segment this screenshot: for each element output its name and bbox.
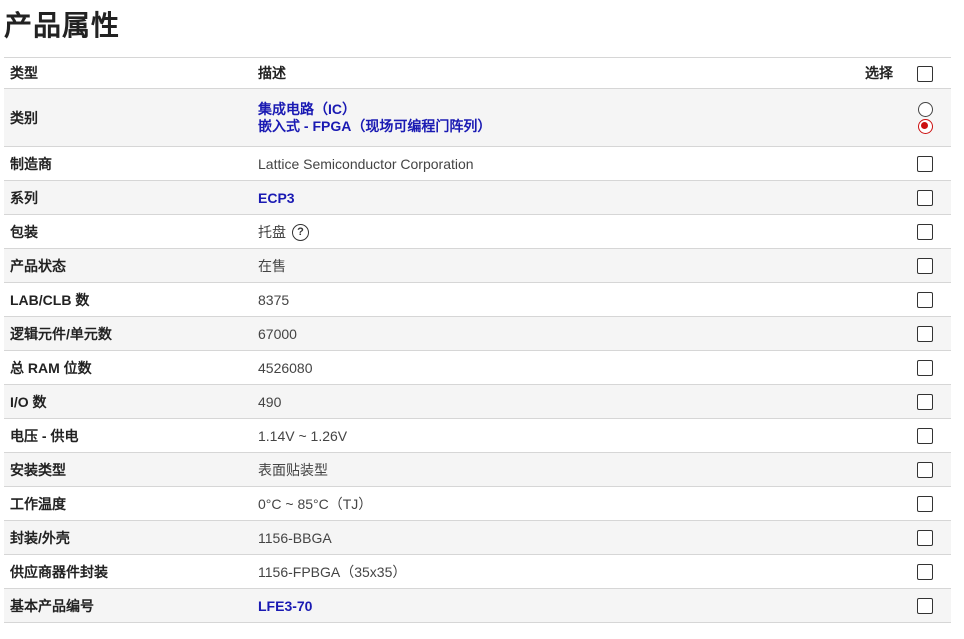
table-row: 工作温度 0°C ~ 85°C（TJ） bbox=[4, 486, 951, 521]
row-checkbox[interactable] bbox=[917, 462, 933, 479]
table-row: I/O 数 490 bbox=[4, 384, 951, 419]
table-row: LAB/CLB 数 8375 bbox=[4, 282, 951, 317]
base-part-number-link[interactable]: LFE3-70 bbox=[258, 598, 312, 614]
product-attributes-page: 产品属性 类型 描述 选择 类别 集成电路（IC） 嵌入式 - FPGA（现场可… bbox=[0, 0, 964, 639]
attribute-value: 在售 bbox=[252, 248, 837, 283]
attribute-name: 基本产品编号 bbox=[4, 588, 252, 623]
attribute-value: 托盘 bbox=[258, 223, 286, 240]
table-row: 类别 集成电路（IC） 嵌入式 - FPGA（现场可编程门阵列） bbox=[4, 88, 951, 147]
table-row: 安装类型 表面贴装型 bbox=[4, 452, 951, 487]
row-checkbox[interactable] bbox=[917, 292, 933, 309]
row-checkbox[interactable] bbox=[917, 326, 933, 343]
series-link[interactable]: ECP3 bbox=[258, 190, 295, 206]
attribute-value: 490 bbox=[252, 384, 837, 419]
row-checkbox[interactable] bbox=[917, 530, 933, 547]
attribute-value: 1156-BBGA bbox=[252, 520, 837, 555]
attribute-value: 67000 bbox=[252, 316, 837, 351]
attribute-name: 产品状态 bbox=[4, 248, 252, 283]
attribute-name: I/O 数 bbox=[4, 384, 252, 419]
attribute-name: 封装/外壳 bbox=[4, 520, 252, 555]
row-checkbox[interactable] bbox=[917, 598, 933, 615]
attribute-name: 逻辑元件/单元数 bbox=[4, 316, 252, 351]
category-link-ic[interactable]: 集成电路（IC） bbox=[258, 101, 356, 117]
row-checkbox[interactable] bbox=[917, 156, 933, 173]
row-checkbox[interactable] bbox=[917, 564, 933, 581]
row-checkbox[interactable] bbox=[917, 394, 933, 411]
category-radio-fpga[interactable] bbox=[917, 118, 933, 134]
row-checkbox[interactable] bbox=[917, 360, 933, 377]
attribute-value: 0°C ~ 85°C（TJ） bbox=[252, 486, 837, 521]
attribute-name: 安装类型 bbox=[4, 452, 252, 487]
help-icon[interactable]: ? bbox=[292, 224, 309, 242]
category-radio-ic[interactable] bbox=[917, 101, 933, 117]
attribute-value: 表面贴装型 bbox=[252, 452, 837, 487]
table-row: 制造商 Lattice Semiconductor Corporation bbox=[4, 146, 951, 181]
table-row: 系列 ECP3 bbox=[4, 180, 951, 215]
attribute-value: 集成电路（IC） 嵌入式 - FPGA（现场可编程门阵列） bbox=[252, 88, 837, 147]
row-checkbox[interactable] bbox=[917, 496, 933, 513]
table-row: 电压 - 供电 1.14V ~ 1.26V bbox=[4, 418, 951, 453]
attribute-value: 1.14V ~ 1.26V bbox=[252, 418, 837, 453]
attribute-value: 1156-FPBGA（35x35） bbox=[252, 554, 837, 589]
attribute-name: 电压 - 供电 bbox=[4, 418, 252, 453]
select-all-checkbox[interactable] bbox=[917, 65, 933, 82]
table-row: 产品状态 在售 bbox=[4, 248, 951, 283]
attribute-name: 类别 bbox=[4, 88, 252, 147]
attribute-name: 工作温度 bbox=[4, 486, 252, 521]
table-row: 供应商器件封装 1156-FPBGA（35x35） bbox=[4, 554, 951, 589]
header-select: 选择 bbox=[837, 57, 899, 89]
table-row: 逻辑元件/单元数 67000 bbox=[4, 316, 951, 351]
attribute-name: 总 RAM 位数 bbox=[4, 350, 252, 385]
attribute-name: 供应商器件封装 bbox=[4, 554, 252, 589]
category-link-fpga[interactable]: 嵌入式 - FPGA（现场可编程门阵列） bbox=[258, 118, 491, 134]
row-checkbox[interactable] bbox=[917, 190, 933, 207]
header-type: 类型 bbox=[4, 57, 252, 89]
table-row: 封装/外壳 1156-BBGA bbox=[4, 520, 951, 555]
attribute-value: Lattice Semiconductor Corporation bbox=[252, 146, 837, 181]
attribute-name: LAB/CLB 数 bbox=[4, 282, 252, 317]
table-row: 总 RAM 位数 4526080 bbox=[4, 350, 951, 385]
row-checkbox[interactable] bbox=[917, 258, 933, 275]
attributes-table: 类型 描述 选择 类别 集成电路（IC） 嵌入式 - FPGA（现场可编程门阵列… bbox=[4, 57, 951, 623]
table-header-row: 类型 描述 选择 bbox=[4, 57, 951, 89]
table-row: 包装 托盘? bbox=[4, 214, 951, 249]
row-checkbox[interactable] bbox=[917, 224, 933, 241]
header-description: 描述 bbox=[252, 57, 837, 89]
attribute-name: 系列 bbox=[4, 180, 252, 215]
row-checkbox[interactable] bbox=[917, 428, 933, 445]
attribute-name: 包装 bbox=[4, 214, 252, 249]
attribute-name: 制造商 bbox=[4, 146, 252, 181]
attribute-value: 8375 bbox=[252, 282, 837, 317]
table-row: 基本产品编号 LFE3-70 bbox=[4, 588, 951, 623]
attribute-value: 4526080 bbox=[252, 350, 837, 385]
page-title: 产品属性 bbox=[4, 9, 121, 42]
